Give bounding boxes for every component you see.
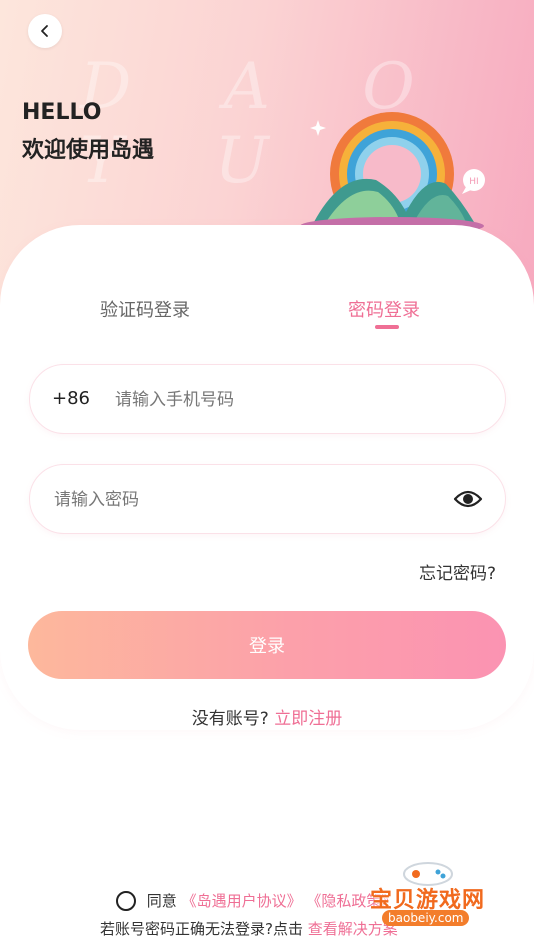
signup-row: 没有账号? 立即注册: [0, 704, 534, 729]
forgot-password-link[interactable]: 忘记密码?: [419, 559, 496, 584]
eye-icon[interactable]: [453, 486, 483, 512]
help-row: 若账号密码正确无法登录?点击 查看解决方案: [100, 918, 398, 939]
agreement-row: 同意 《岛遇用户协议》 《隐私政策》: [116, 890, 396, 911]
agreement-prefix: 同意: [146, 892, 177, 910]
tab-password-login[interactable]: 密码登录: [348, 296, 420, 322]
help-text: 若账号密码正确无法登录?点击: [100, 920, 303, 938]
phone-field: +86: [29, 364, 506, 434]
user-agreement-link[interactable]: 《岛遇用户协议》: [182, 892, 302, 910]
hello-heading: HELLO: [22, 100, 102, 125]
agreement-checkbox[interactable]: [116, 890, 136, 911]
hi-bubble-text: HI: [469, 177, 478, 187]
country-code[interactable]: +86: [52, 388, 90, 409]
tab-sms-login[interactable]: 验证码登录: [100, 296, 190, 322]
signup-question: 没有账号?: [191, 709, 269, 729]
login-button[interactable]: 登录: [28, 611, 506, 679]
password-field: [29, 464, 506, 534]
site-watermark-logo: 宝贝游戏网 baobeiy.com: [360, 858, 505, 938]
chevron-left-icon: [41, 25, 48, 37]
sparkle-icon: [310, 120, 326, 136]
active-tab-indicator: [375, 325, 399, 329]
signup-link[interactable]: 立即注册: [274, 709, 342, 729]
back-button[interactable]: [28, 14, 62, 48]
site-url: baobeiy.com: [382, 910, 470, 926]
welcome-heading: 欢迎使用岛遇: [22, 138, 155, 163]
phone-input[interactable]: [113, 383, 477, 417]
password-input[interactable]: [52, 483, 446, 517]
